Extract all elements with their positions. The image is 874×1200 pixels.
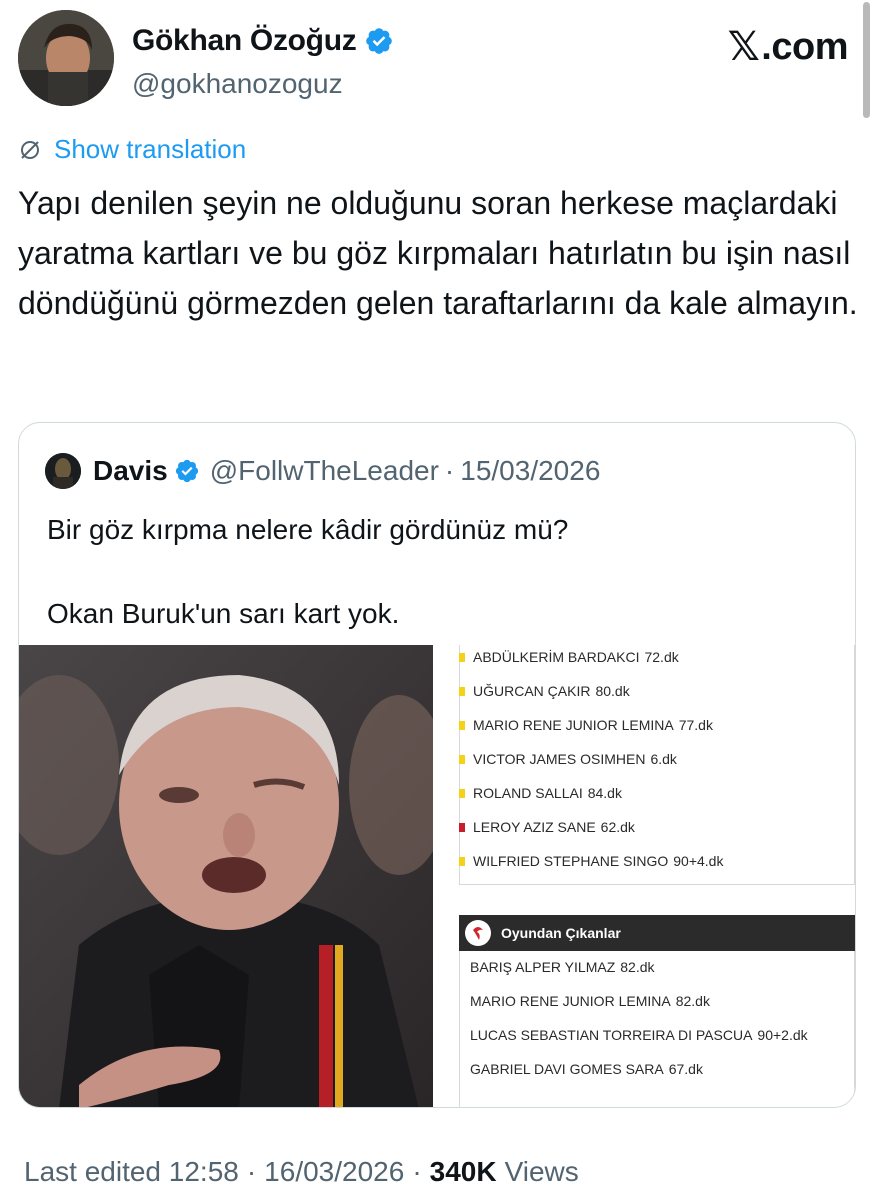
quoted-tweet[interactable]: Davis @FollwTheLeader · 15/03/2026 Bir g… — [18, 422, 856, 1108]
author-name[interactable]: Gökhan Özoğuz — [132, 24, 394, 58]
views-label: Views — [504, 1156, 579, 1187]
card-player: UĞURCAN ÇAKIR — [473, 683, 591, 699]
card-player: WILFRIED STEPHANE SINGO — [473, 853, 669, 869]
verified-badge-icon — [175, 459, 198, 483]
card-row: ROLAND SALLAI 84.dk — [459, 785, 622, 801]
substitution-minute: 82.dk — [675, 993, 710, 1009]
substitution-minute: 67.dk — [668, 1061, 703, 1077]
x-logo[interactable]: 𝕏 .com — [727, 24, 849, 70]
card-player: VICTOR JAMES OSIMHEN — [473, 751, 646, 767]
card-minute: 90+4.dk — [673, 853, 724, 869]
edited-date[interactable]: 16/03/2026 — [264, 1156, 404, 1188]
yellow-card-icon — [459, 856, 465, 866]
substitution-player: BARIŞ ALPER YILMAZ — [470, 959, 616, 975]
author-handle[interactable]: @gokhanozoguz — [132, 68, 343, 100]
quoted-tweet-header: Davis @FollwTheLeader · 15/03/2026 — [45, 453, 600, 489]
substitution-player: GABRIEL DAVI GOMES SARA — [470, 1061, 664, 1077]
yellow-card-icon — [459, 754, 465, 764]
card-minute: 6.dk — [650, 751, 677, 767]
card-player: MARIO RENE JUNIOR LEMINA — [473, 717, 674, 733]
substitution-row: GABRIEL DAVI GOMES SARA 67.dk — [470, 1061, 703, 1077]
substitution-row: MARIO RENE JUNIOR LEMINA 82.dk — [470, 993, 710, 1009]
coach-photo[interactable] — [19, 645, 433, 1107]
card-player: ROLAND SALLAI — [473, 785, 583, 801]
substitution-row: LUCAS SEBASTIAN TORREIRA DI PASCUA 90+2.d… — [470, 1027, 808, 1043]
card-row: LEROY AZIZ SANE 62.dk — [459, 819, 635, 835]
edited-time[interactable]: Last edited 12:58 — [24, 1156, 239, 1188]
tweet-footer: Last edited 12:58 · 16/03/2026 · 340K Vi… — [24, 1156, 579, 1188]
substitution-player: MARIO RENE JUNIOR LEMINA — [470, 993, 671, 1009]
substitution-minute: 90+2.dk — [757, 1027, 808, 1043]
league-logo-icon — [465, 920, 491, 946]
show-translation-label[interactable]: Show translation — [54, 134, 246, 165]
verified-badge-icon — [366, 28, 393, 54]
card-row: MARIO RENE JUNIOR LEMINA 77.dk — [459, 717, 713, 733]
card-player: LEROY AZIZ SANE — [473, 819, 596, 835]
substitution-player: LUCAS SEBASTIAN TORREIRA DI PASCUA — [470, 1027, 753, 1043]
substitution-minute: 82.dk — [620, 959, 655, 975]
yellow-card-icon — [459, 686, 465, 696]
card-minute: 80.dk — [595, 683, 630, 699]
quoted-tweet-date[interactable]: 15/03/2026 — [460, 455, 600, 487]
card-row: WILFRIED STEPHANE SINGO 90+4.dk — [459, 853, 723, 869]
substitution-row: BARIŞ ALPER YILMAZ 82.dk — [470, 959, 655, 975]
card-row: VICTOR JAMES OSIMHEN 6.dk — [459, 751, 677, 767]
substitutions-list: BARIŞ ALPER YILMAZ 82.dk MARIO RENE JUNIOR… — [459, 951, 855, 1107]
substitutions-header: Oyundan Çıkanlar — [459, 915, 855, 951]
brand-text: .com — [761, 25, 848, 68]
tweet-header: Gökhan Özoğuz @gokhanozoguz 𝕏 .com — [18, 10, 858, 106]
card-player: ABDÜLKERİM BARDAKCI — [473, 649, 640, 665]
views-count: 340K — [429, 1156, 497, 1187]
x-icon: 𝕏 — [727, 24, 760, 70]
card-minute: 62.dk — [600, 819, 635, 835]
tweet-text: Yapı denilen şeyin ne olduğunu soran her… — [18, 185, 858, 321]
card-minute: 77.dk — [678, 717, 713, 733]
yellow-card-icon — [459, 720, 465, 730]
card-row: ABDÜLKERİM BARDAKCI 72.dk — [459, 649, 679, 665]
card-row: UĞURCAN ÇAKIR 80.dk — [459, 683, 630, 699]
stats-panel: ABDÜLKERİM BARDAKCI 72.dk UĞURCAN ÇAKIR 80.… — [433, 645, 855, 1107]
yellow-card-icon — [459, 652, 465, 662]
separator-dot: · — [444, 455, 455, 486]
author-avatar[interactable] — [18, 10, 114, 106]
red-card-icon — [459, 822, 465, 832]
quoted-media[interactable]: ABDÜLKERİM BARDAKCI 72.dk UĞURCAN ÇAKIR 80.… — [19, 645, 855, 1107]
show-translation-button[interactable]: Show translation — [18, 134, 246, 165]
separator-dot: · — [246, 1156, 257, 1187]
author-name-text[interactable]: Gökhan Özoğuz — [132, 24, 357, 58]
quoted-tweet-text: Bir göz kırpma nelere kâdir gördünüz mü?… — [47, 509, 568, 635]
quoted-author-name[interactable]: Davis — [93, 455, 168, 487]
scrollbar[interactable] — [863, 2, 870, 118]
quoted-text-line-2: Okan Buruk'un sarı kart yok. — [47, 598, 400, 629]
globe-slash-icon — [21, 140, 39, 159]
quoted-author-handle[interactable]: @FollwTheLeader — [210, 455, 439, 487]
card-minute: 72.dk — [644, 649, 679, 665]
card-minute: 84.dk — [587, 785, 622, 801]
substitutions-title: Oyundan Çıkanlar — [501, 925, 621, 941]
quoted-text-line-1: Bir göz kırpma nelere kâdir gördünüz mü? — [47, 514, 569, 545]
yellow-card-icon — [459, 788, 465, 798]
separator-dot: · — [412, 1156, 422, 1187]
quoted-author-avatar[interactable] — [45, 453, 81, 489]
